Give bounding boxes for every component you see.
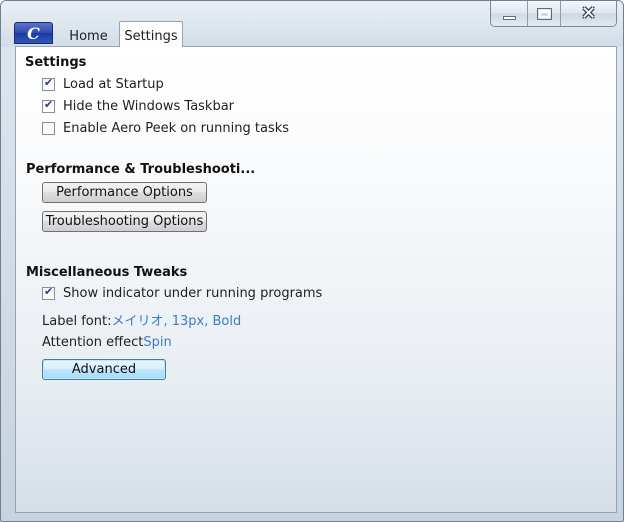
section-title-misc: Miscellaneous Tweaks: [26, 265, 188, 280]
minimize-icon: [502, 15, 516, 20]
maximize-icon: [536, 7, 552, 20]
section-title-performance: Performance & Troubleshooti...: [26, 162, 256, 177]
checkbox-row-load-at-startup[interactable]: Load at Startup: [42, 76, 164, 92]
label-font-link[interactable]: メイリオ, 13px, Bold: [111, 314, 241, 329]
troubleshooting-options-button[interactable]: Troubleshooting Options: [42, 211, 207, 232]
close-icon: ✕: [580, 2, 597, 24]
settings-panel: Settings Load at Startup Hide the Window…: [15, 46, 617, 513]
checkbox-row-aero-peek[interactable]: Enable Aero Peek on running tasks: [42, 121, 289, 136]
app-logo-icon: C: [27, 23, 40, 43]
advanced-button[interactable]: Advanced: [42, 359, 166, 380]
load-at-startup-label: Load at Startup: [63, 77, 164, 92]
checkbox-row-show-indicator[interactable]: Show indicator under running programs: [42, 285, 323, 301]
app-menu-button[interactable]: C: [14, 22, 53, 44]
load-at-startup-checkbox[interactable]: [42, 76, 55, 91]
checkbox-row-hide-taskbar[interactable]: Hide the Windows Taskbar: [42, 98, 235, 114]
label-font-label: Label font:: [42, 314, 112, 329]
show-indicator-checkbox[interactable]: [42, 285, 55, 300]
hide-taskbar-checkbox[interactable]: [42, 98, 55, 113]
performance-options-button[interactable]: Performance Options: [42, 182, 207, 203]
attention-effect-label: Attention effect: [42, 335, 144, 350]
caption-buttons: ✕: [490, 1, 617, 27]
aero-peek-checkbox[interactable]: [42, 122, 55, 135]
settings-window: ✕ C Home Settings Settings Load at Start…: [0, 0, 624, 522]
hide-taskbar-label: Hide the Windows Taskbar: [63, 99, 235, 114]
maximize-button[interactable]: [527, 1, 560, 26]
section-title-settings: Settings: [25, 55, 87, 70]
label-font-row: Label font:メイリオ, 13px, Bold: [42, 310, 241, 329]
tab-home[interactable]: Home: [61, 26, 116, 46]
attention-effect-link[interactable]: Spin: [143, 335, 171, 350]
tab-settings[interactable]: Settings: [119, 21, 183, 47]
show-indicator-label: Show indicator under running programs: [63, 286, 323, 301]
minimize-button[interactable]: [491, 1, 527, 26]
aero-peek-label: Enable Aero Peek on running tasks: [63, 121, 290, 136]
close-button[interactable]: ✕: [560, 1, 616, 26]
attention-effect-row: Attention effectSpin: [42, 335, 172, 350]
